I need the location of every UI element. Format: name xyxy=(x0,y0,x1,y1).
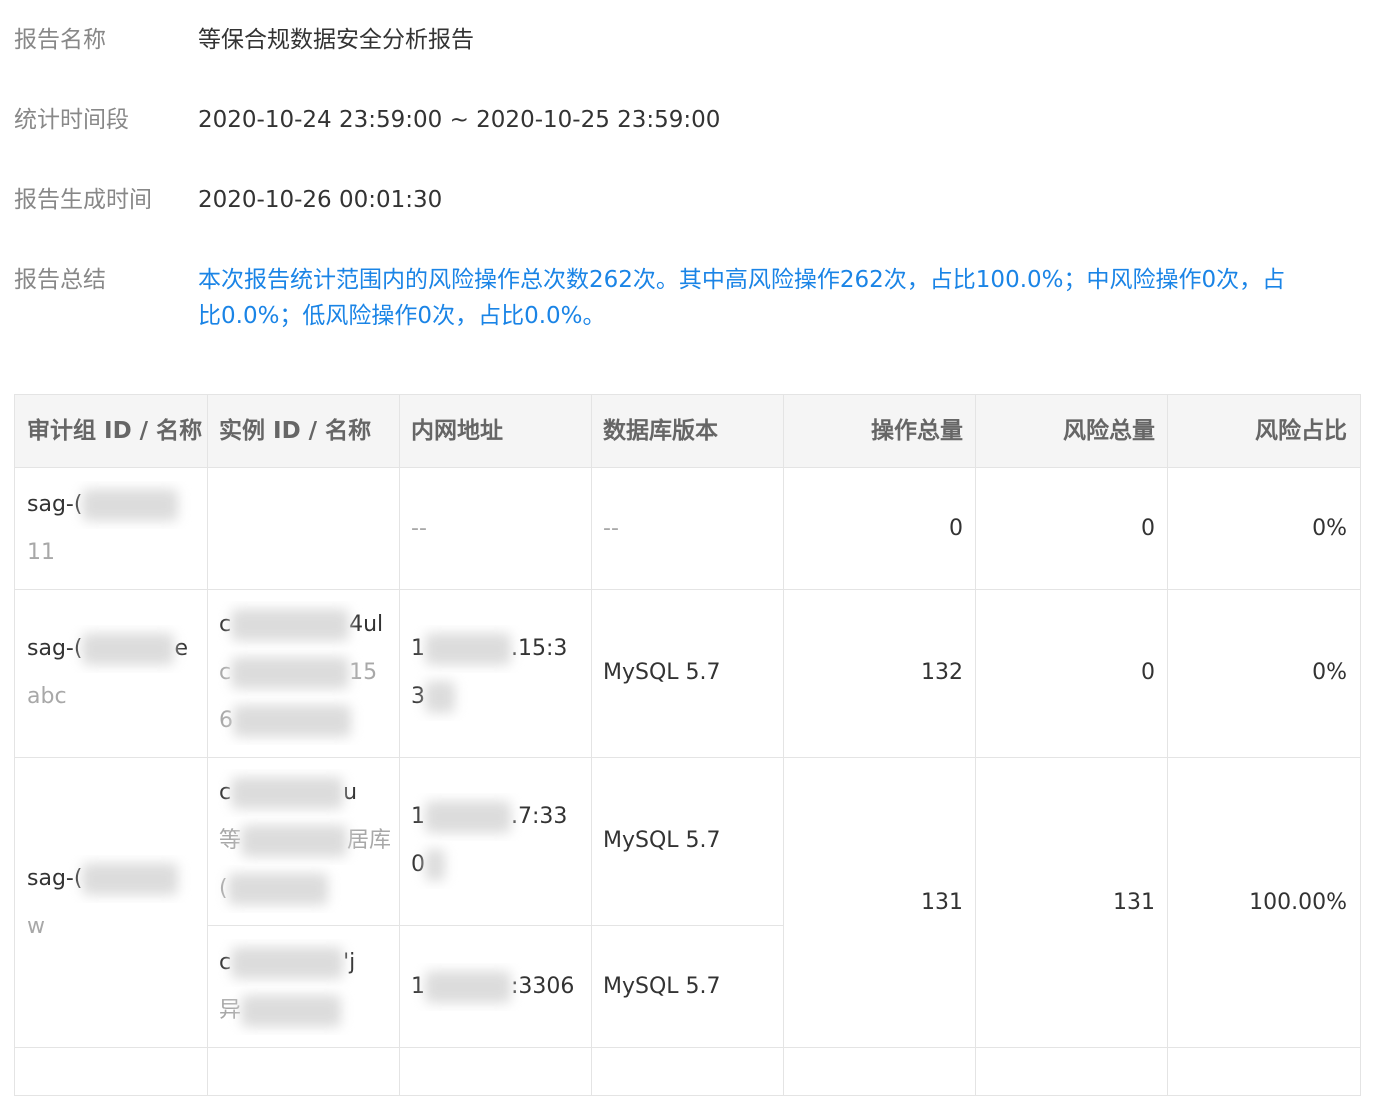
row-divider xyxy=(15,589,1360,590)
instance-id[interactable]: cu xyxy=(207,769,399,817)
redacted-mask xyxy=(241,825,348,857)
header-ops-total[interactable]: 操作总量 xyxy=(783,395,975,467)
period-value: 2020-10-24 23:59:00 ~ 2020-10-25 23:59:0… xyxy=(198,107,721,133)
row-divider xyxy=(15,757,1360,758)
db-version-cell: MySQL 5.7 xyxy=(603,660,721,685)
header-risk-ratio[interactable]: 风险占比 xyxy=(1167,395,1359,467)
instance-name: c 15 xyxy=(207,649,399,697)
report-table: 审计组 ID / 名称 实例 ID / 名称 内网地址 数据库版本 操作总量 风… xyxy=(14,394,1361,1096)
group-id[interactable]: sag-( xyxy=(15,855,207,903)
redacted-mask xyxy=(231,777,344,809)
period-label: 统计时间段 xyxy=(14,107,129,133)
header-address: 内网地址 xyxy=(411,418,503,444)
summary-label: 报告总结 xyxy=(14,267,106,293)
redacted-mask xyxy=(425,633,511,665)
ops-total-cell: 131 xyxy=(921,890,963,915)
column-divider xyxy=(1167,395,1168,1095)
redacted-mask xyxy=(425,971,511,1003)
address-cell: -- xyxy=(411,516,427,541)
risk-total-cell: 131 xyxy=(1113,890,1155,915)
redacted-mask xyxy=(425,801,511,833)
instance-name: 异 xyxy=(207,987,399,1035)
redacted-mask xyxy=(82,863,179,895)
generated-value: 2020-10-26 00:01:30 xyxy=(198,187,443,213)
row-divider xyxy=(207,925,783,926)
column-divider xyxy=(975,395,976,1095)
group-id[interactable]: sag-( xyxy=(15,481,207,529)
summary-value: 本次报告统计范围内的风险操作总次数262次。其中高风险操作262次，占比100.… xyxy=(198,267,1286,329)
instance-name-cont: ( xyxy=(207,865,399,913)
report-name-value: 等保合规数据安全分析报告 xyxy=(198,27,474,53)
instance-name-cont: 6 xyxy=(207,697,399,745)
risk-total-cell: 0 xyxy=(1141,516,1155,541)
db-version-cell: -- xyxy=(603,516,619,541)
address-cell-cont: 3 xyxy=(399,673,591,721)
redacted-mask xyxy=(233,705,351,737)
risk-total-cell: 0 xyxy=(1141,660,1155,685)
redacted-mask xyxy=(231,609,350,641)
header-risk-total[interactable]: 风险总量 xyxy=(975,395,1167,467)
risk-ratio-cell: 0% xyxy=(1312,660,1347,685)
redacted-mask xyxy=(231,947,344,979)
redacted-mask xyxy=(227,873,328,905)
risk-ratio-cell: 100.00% xyxy=(1249,890,1347,915)
db-version-cell: MySQL 5.7 xyxy=(603,974,721,999)
redacted-mask xyxy=(82,489,179,521)
address-cell: 1.15:3 xyxy=(399,625,591,673)
header-instance: 实例 ID / 名称 xyxy=(219,418,372,444)
header-audit-group: 审计组 ID / 名称 xyxy=(27,418,203,444)
redacted-mask xyxy=(425,849,445,881)
group-name: w xyxy=(27,914,45,939)
generated-label: 报告生成时间 xyxy=(14,187,152,213)
redacted-mask xyxy=(231,657,350,689)
instance-name: 等居库 xyxy=(207,817,399,865)
column-divider xyxy=(783,395,784,1095)
address-cell: 1.7:33 xyxy=(399,793,591,841)
ops-total-cell: 0 xyxy=(949,516,963,541)
header-db-version: 数据库版本 xyxy=(603,418,718,444)
instance-id[interactable]: c'j xyxy=(207,939,399,987)
group-id[interactable]: sag-(e xyxy=(15,625,207,673)
row-divider xyxy=(15,1047,1360,1048)
table-header: 审计组 ID / 名称 实例 ID / 名称 内网地址 数据库版本 操作总量 风… xyxy=(15,395,1360,468)
redacted-mask xyxy=(425,681,455,713)
report-name-label: 报告名称 xyxy=(14,27,106,53)
group-name: abc xyxy=(27,684,67,709)
risk-ratio-cell: 0% xyxy=(1312,516,1347,541)
instance-id[interactable]: c 4ul xyxy=(207,601,399,649)
redacted-mask xyxy=(241,995,342,1027)
ops-total-cell: 132 xyxy=(921,660,963,685)
group-name: 11 xyxy=(27,540,55,565)
address-cell-cont: 0 xyxy=(399,841,591,889)
address-cell: 1:3306 xyxy=(399,963,591,1011)
redacted-mask xyxy=(82,633,175,665)
db-version-cell: MySQL 5.7 xyxy=(603,828,721,853)
